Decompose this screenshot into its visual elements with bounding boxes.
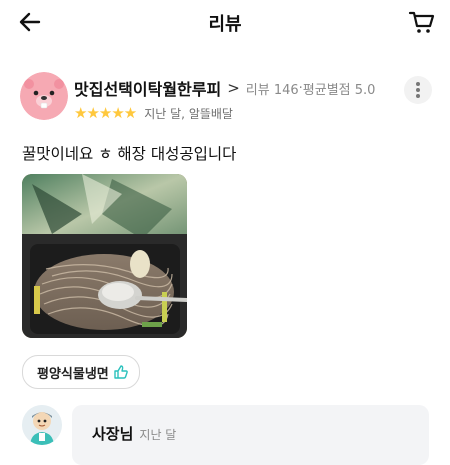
reviewer-nickname[interactable]: 맛집선택이탁월한루피: [74, 76, 221, 100]
review-posted-info: 지난 달, 알뜰배달: [144, 106, 233, 121]
menu-tag-label: 평양식물냉면: [37, 366, 109, 382]
owner-reply-time: 지난 달: [139, 428, 177, 442]
average-rating: 평균별점 5.0: [302, 82, 376, 98]
review-body: 꿀맛이네요 ㅎ 해장 대성공입니다: [22, 145, 237, 163]
owner-reply-header: 사장님 지난 달: [92, 423, 176, 444]
more-options-button[interactable]: [404, 76, 432, 104]
star-rating: ★★★★★: [74, 104, 137, 122]
owner-avatar: [22, 405, 62, 445]
thumbs-up-icon: [114, 365, 128, 379]
cold-noodle-photo: [22, 174, 187, 338]
beaver-avatar-icon: [20, 72, 68, 120]
menu-tag-chip[interactable]: 평양식물냉면: [22, 355, 140, 389]
more-dot-icon: [416, 88, 420, 92]
rating-row: ★★★★★ 지난 달, 알뜰배달: [74, 104, 233, 122]
app-header: 리뷰: [0, 0, 450, 44]
more-dot-icon: [416, 82, 420, 86]
cart-icon: [408, 11, 435, 33]
more-dot-icon: [416, 94, 420, 98]
cart-button[interactable]: [408, 8, 436, 36]
page-title: 리뷰: [208, 14, 242, 35]
reviewer-profile: 맛집선택이탁월한루피 > 리뷰 146 · 평균별점 5.0 ★★★★★ 지난 …: [20, 72, 440, 128]
chevron-right-icon: >: [227, 79, 240, 97]
review-count: 리뷰 146: [245, 82, 299, 98]
owner-reply-bubble: 사장님 지난 달: [72, 405, 429, 465]
owner-name: 사장님: [92, 425, 134, 443]
reviewer-name-row[interactable]: 맛집선택이탁월한루피 > 리뷰 146 · 평균별점 5.0: [74, 76, 375, 100]
owner-character-icon: [22, 405, 62, 445]
review-photo[interactable]: [22, 174, 187, 338]
reviewer-avatar[interactable]: [20, 72, 68, 120]
